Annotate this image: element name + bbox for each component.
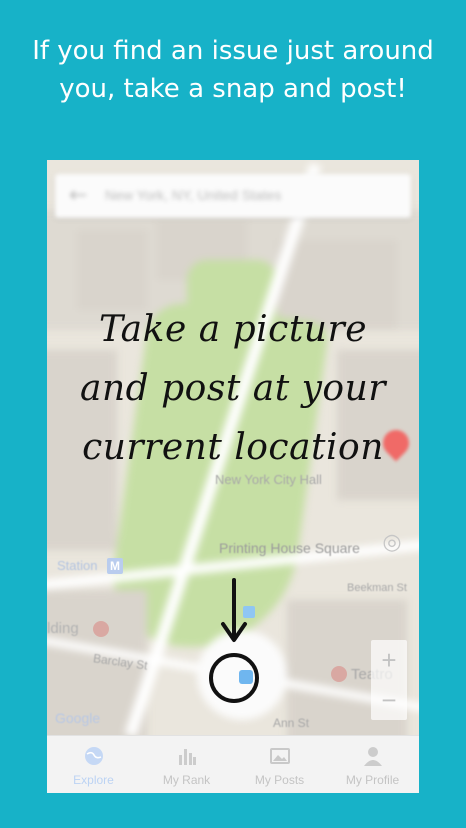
zoom-controls: + − <box>371 640 407 720</box>
globe-icon <box>85 747 103 765</box>
bus-stop-icon <box>243 606 255 618</box>
map-label-station: Station <box>57 558 98 573</box>
tab-explore[interactable]: Explore <box>47 736 140 793</box>
map-label-building: lding <box>47 620 79 637</box>
map-label-beekman: Beekman St <box>347 582 407 594</box>
tab-label: My Profile <box>345 773 400 787</box>
map-label-printing-house: Printing House Square <box>219 540 360 556</box>
search-bar[interactable]: ← New York, NY, United States <box>55 174 411 218</box>
tab-my-posts[interactable]: My Posts <box>233 736 326 793</box>
tab-my-rank[interactable]: My Rank <box>140 736 233 793</box>
tab-my-profile[interactable]: My Profile <box>326 736 419 793</box>
arrow-back-icon[interactable]: ← <box>69 183 87 208</box>
bus-stop-icon <box>239 670 253 684</box>
overlay-line-1: Take a picture <box>98 309 368 350</box>
overlay-line-2: and post at your <box>79 368 387 409</box>
map-view[interactable]: ← New York, NY, United States New York C… <box>47 160 419 735</box>
zoom-out-button[interactable]: − <box>371 680 407 720</box>
bar-chart-icon <box>179 749 196 765</box>
google-logo: Google <box>55 710 101 726</box>
tab-label: Explore <box>73 773 114 787</box>
overlay-line-3: current location <box>82 427 384 468</box>
promo-headline: If you find an issue just around you, ta… <box>0 32 466 108</box>
phone-screenshot: ← New York, NY, United States New York C… <box>47 160 419 793</box>
zoom-in-button[interactable]: + <box>371 640 407 680</box>
gallery-icon <box>270 748 290 764</box>
subway-icon: M <box>107 558 123 574</box>
my-location-icon[interactable]: ◎ <box>377 528 407 558</box>
poi-icon <box>331 666 347 682</box>
search-text: New York, NY, United States <box>105 187 282 203</box>
map-label-ann: Ann St <box>273 716 310 730</box>
person-icon <box>364 747 382 766</box>
instruction-overlay: Take a picture and post at your current … <box>47 300 419 477</box>
tab-label: My Posts <box>254 773 305 787</box>
tab-label: My Rank <box>162 773 211 787</box>
headline-line-1: If you find an issue just around <box>32 36 434 66</box>
headline-line-2: you, take a snap and post! <box>59 74 407 104</box>
poi-icon <box>93 621 109 637</box>
bottom-tab-bar: Explore My Rank My Posts My Profile <box>47 735 419 793</box>
